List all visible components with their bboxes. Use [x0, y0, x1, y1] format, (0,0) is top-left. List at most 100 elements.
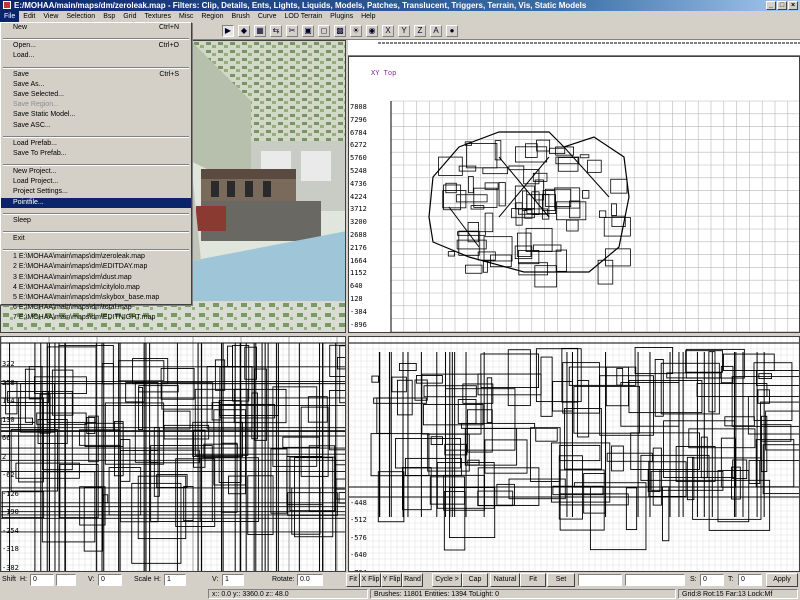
window-title: E:/MOHAA/main/maps/dm/zeroleak.map - Fil…: [14, 1, 587, 10]
shift-v-input[interactable]: 0: [98, 574, 122, 586]
set-button[interactable]: Set: [547, 573, 575, 587]
file-menu-item[interactable]: Save To Prefab...: [1, 149, 191, 159]
tool-patch-icon[interactable]: ▩: [334, 25, 346, 37]
maximize-button[interactable]: □: [777, 1, 787, 10]
file-menu-item[interactable]: Pointfile...: [1, 197, 191, 208]
tool-csg-icon[interactable]: ▣: [302, 25, 314, 37]
file-menu-item[interactable]: Project Settings...: [1, 187, 191, 197]
file-menu-item[interactable]: 2 E:\MOHAA\main\maps\dm\EDITDAY.map: [1, 262, 191, 272]
file-menu-item[interactable]: 1 E:\MOHAA\main\maps\dm\zeroleak.map: [1, 252, 191, 262]
rand-button[interactable]: Rand: [402, 573, 423, 587]
scale-h-input[interactable]: 1: [164, 574, 186, 586]
minimize-button[interactable]: _: [766, 1, 776, 10]
surface-bar: Shift H: 0 V: 0 Scale H: 1 V: 1 Rotate: …: [0, 572, 800, 588]
coordinate-label: 7296: [350, 115, 367, 124]
coordinate-label: -704: [350, 565, 367, 571]
file-menu-item[interactable]: Save Selected...: [1, 90, 191, 100]
apply-button[interactable]: Apply: [766, 573, 798, 587]
scale-h-label: H:: [154, 576, 161, 583]
coordinate-label: -126: [2, 489, 19, 498]
menu-lod-terrain[interactable]: LOD Terrain: [281, 11, 327, 23]
tool-hollow-icon[interactable]: ◻: [318, 25, 330, 37]
file-menu-item[interactable]: 6 E:\MOHAA\main\maps\dm\total.map: [1, 303, 191, 313]
tool-camera-icon[interactable]: ◉: [366, 25, 378, 37]
tool-lock-icon[interactable]: A: [430, 25, 442, 37]
tool-x-axis-icon[interactable]: X: [382, 25, 394, 37]
coordinate-label: 194: [2, 397, 15, 405]
x-flip-button[interactable]: X Flip: [360, 573, 381, 587]
tool-entity-icon[interactable]: ☀: [350, 25, 362, 37]
menu-curve[interactable]: Curve: [254, 11, 281, 23]
shift-v-label: V:: [88, 576, 95, 583]
menu-plugins[interactable]: Plugins: [326, 11, 357, 23]
file-menu-item-label: 5 E:\MOHAA\main\maps\dm\skybox_base.map: [13, 293, 160, 301]
fit-patch-button[interactable]: Fit: [520, 573, 546, 587]
file-menu-item-label: Project Settings...: [13, 188, 68, 196]
file-menu-item[interactable]: Save Static Model...: [1, 110, 191, 120]
file-menu-item[interactable]: Save Ctrl+S: [1, 70, 191, 80]
coordinate-label: -576: [350, 533, 367, 542]
s-input[interactable]: 0: [700, 574, 724, 586]
fit-button[interactable]: Fit: [346, 573, 360, 587]
file-menu-item-label: New: [13, 24, 28, 31]
tool-z-axis-icon[interactable]: Z: [414, 25, 426, 37]
file-menu-item[interactable]: Load Project...: [1, 177, 191, 187]
file-menu-item-label: New Project...: [13, 168, 57, 176]
cap-button[interactable]: Cap: [462, 573, 488, 587]
file-menu-item[interactable]: 5 E:\MOHAA\main\maps\dm\skybox_base.map: [1, 293, 191, 303]
natural-button[interactable]: Natural: [490, 573, 520, 587]
xy-top-viewport[interactable]: XY Top 7808 7296 6784 6272 5760 5248 4736 4224 3…: [348, 56, 800, 333]
file-menu-item-label: 6 E:\MOHAA\main\maps\dm\total.map: [13, 304, 132, 312]
yz-grid: [349, 337, 799, 571]
file-menu-item[interactable]: Load...: [1, 51, 191, 61]
status-grid: Grid:8 Rot:15 Far:13 Lock:Mf: [678, 589, 798, 599]
scale-v-label: V:: [212, 576, 219, 583]
shift-h-input[interactable]: 0: [30, 574, 54, 586]
set-value-input[interactable]: [578, 574, 622, 586]
scale-v-input[interactable]: 1: [222, 574, 244, 586]
coordinate-label: 4736: [350, 179, 367, 188]
file-menu-item[interactable]: Open... Ctrl+O: [1, 41, 191, 51]
tool-flip-icon[interactable]: ⇆: [270, 25, 282, 37]
coordinate-label: 6272: [350, 141, 367, 150]
tool-y-axis-icon[interactable]: Y: [398, 25, 410, 37]
coordinate-label: -190: [2, 508, 19, 516]
tool-texture-icon[interactable]: ▦: [254, 25, 266, 37]
coordinate-label: 130: [2, 415, 15, 424]
file-menu-item[interactable]: Exit: [1, 234, 191, 244]
shift-h-spinner[interactable]: [56, 574, 76, 586]
file-menu-item[interactable]: Save ASC...: [1, 121, 191, 131]
file-menu-item[interactable]: Save As...: [1, 80, 191, 90]
tool-eye-icon[interactable]: ●: [446, 25, 458, 37]
tool-clipper-icon[interactable]: ✂: [286, 25, 298, 37]
menu-help[interactable]: Help: [357, 11, 379, 23]
menu-separator: [3, 33, 189, 40]
yz-front-viewport[interactable]: -448-512-576-640-704-768: [348, 336, 800, 572]
menu-brush[interactable]: Brush: [228, 11, 254, 23]
file-menu-item: Save Region...: [1, 100, 191, 110]
close-button[interactable]: ×: [788, 1, 798, 10]
menu-separator: [3, 159, 189, 166]
cycle-button[interactable]: Cycle >: [432, 573, 462, 587]
file-menu-item-label: 4 E:\MOHAA\main\maps\dm\citylolo.map: [13, 283, 140, 291]
patch-combo[interactable]: [625, 574, 685, 586]
coordinate-label: -384: [350, 307, 367, 316]
file-menu-item[interactable]: Sleep: [1, 216, 191, 226]
t-input[interactable]: 0: [738, 574, 762, 586]
xz-side-viewport[interactable]: 322258194130662-62-126-190-254-318-382-4…: [0, 336, 346, 572]
file-menu-item[interactable]: 7 E:\MOHAA\main\maps\dm\EDITNIGHT.map: [1, 313, 191, 323]
file-menu-item[interactable]: New Project...: [1, 167, 191, 177]
file-menu-item[interactable]: 4 E:\MOHAA\main\maps\dm\citylolo.map: [1, 283, 191, 293]
tool-rotate-icon[interactable]: ◆: [238, 25, 250, 37]
rotate-input[interactable]: 0.0: [297, 574, 323, 586]
coordinate-label: 5248: [350, 166, 367, 175]
file-menu-item[interactable]: Load Prefab...: [1, 139, 191, 149]
file-menu-item[interactable]: 3 E:\MOHAA\main\maps\dm\dust.map: [1, 273, 191, 283]
rotate-label: Rotate:: [272, 576, 295, 583]
y-flip-button[interactable]: Y Flip: [381, 573, 402, 587]
menu-separator: [3, 131, 189, 137]
coordinate-label: 2176: [350, 243, 367, 252]
file-menu-item[interactable]: New Ctrl+N: [1, 23, 191, 33]
tool-select-icon[interactable]: ▶: [222, 25, 234, 37]
menu-region[interactable]: Region: [197, 11, 227, 23]
